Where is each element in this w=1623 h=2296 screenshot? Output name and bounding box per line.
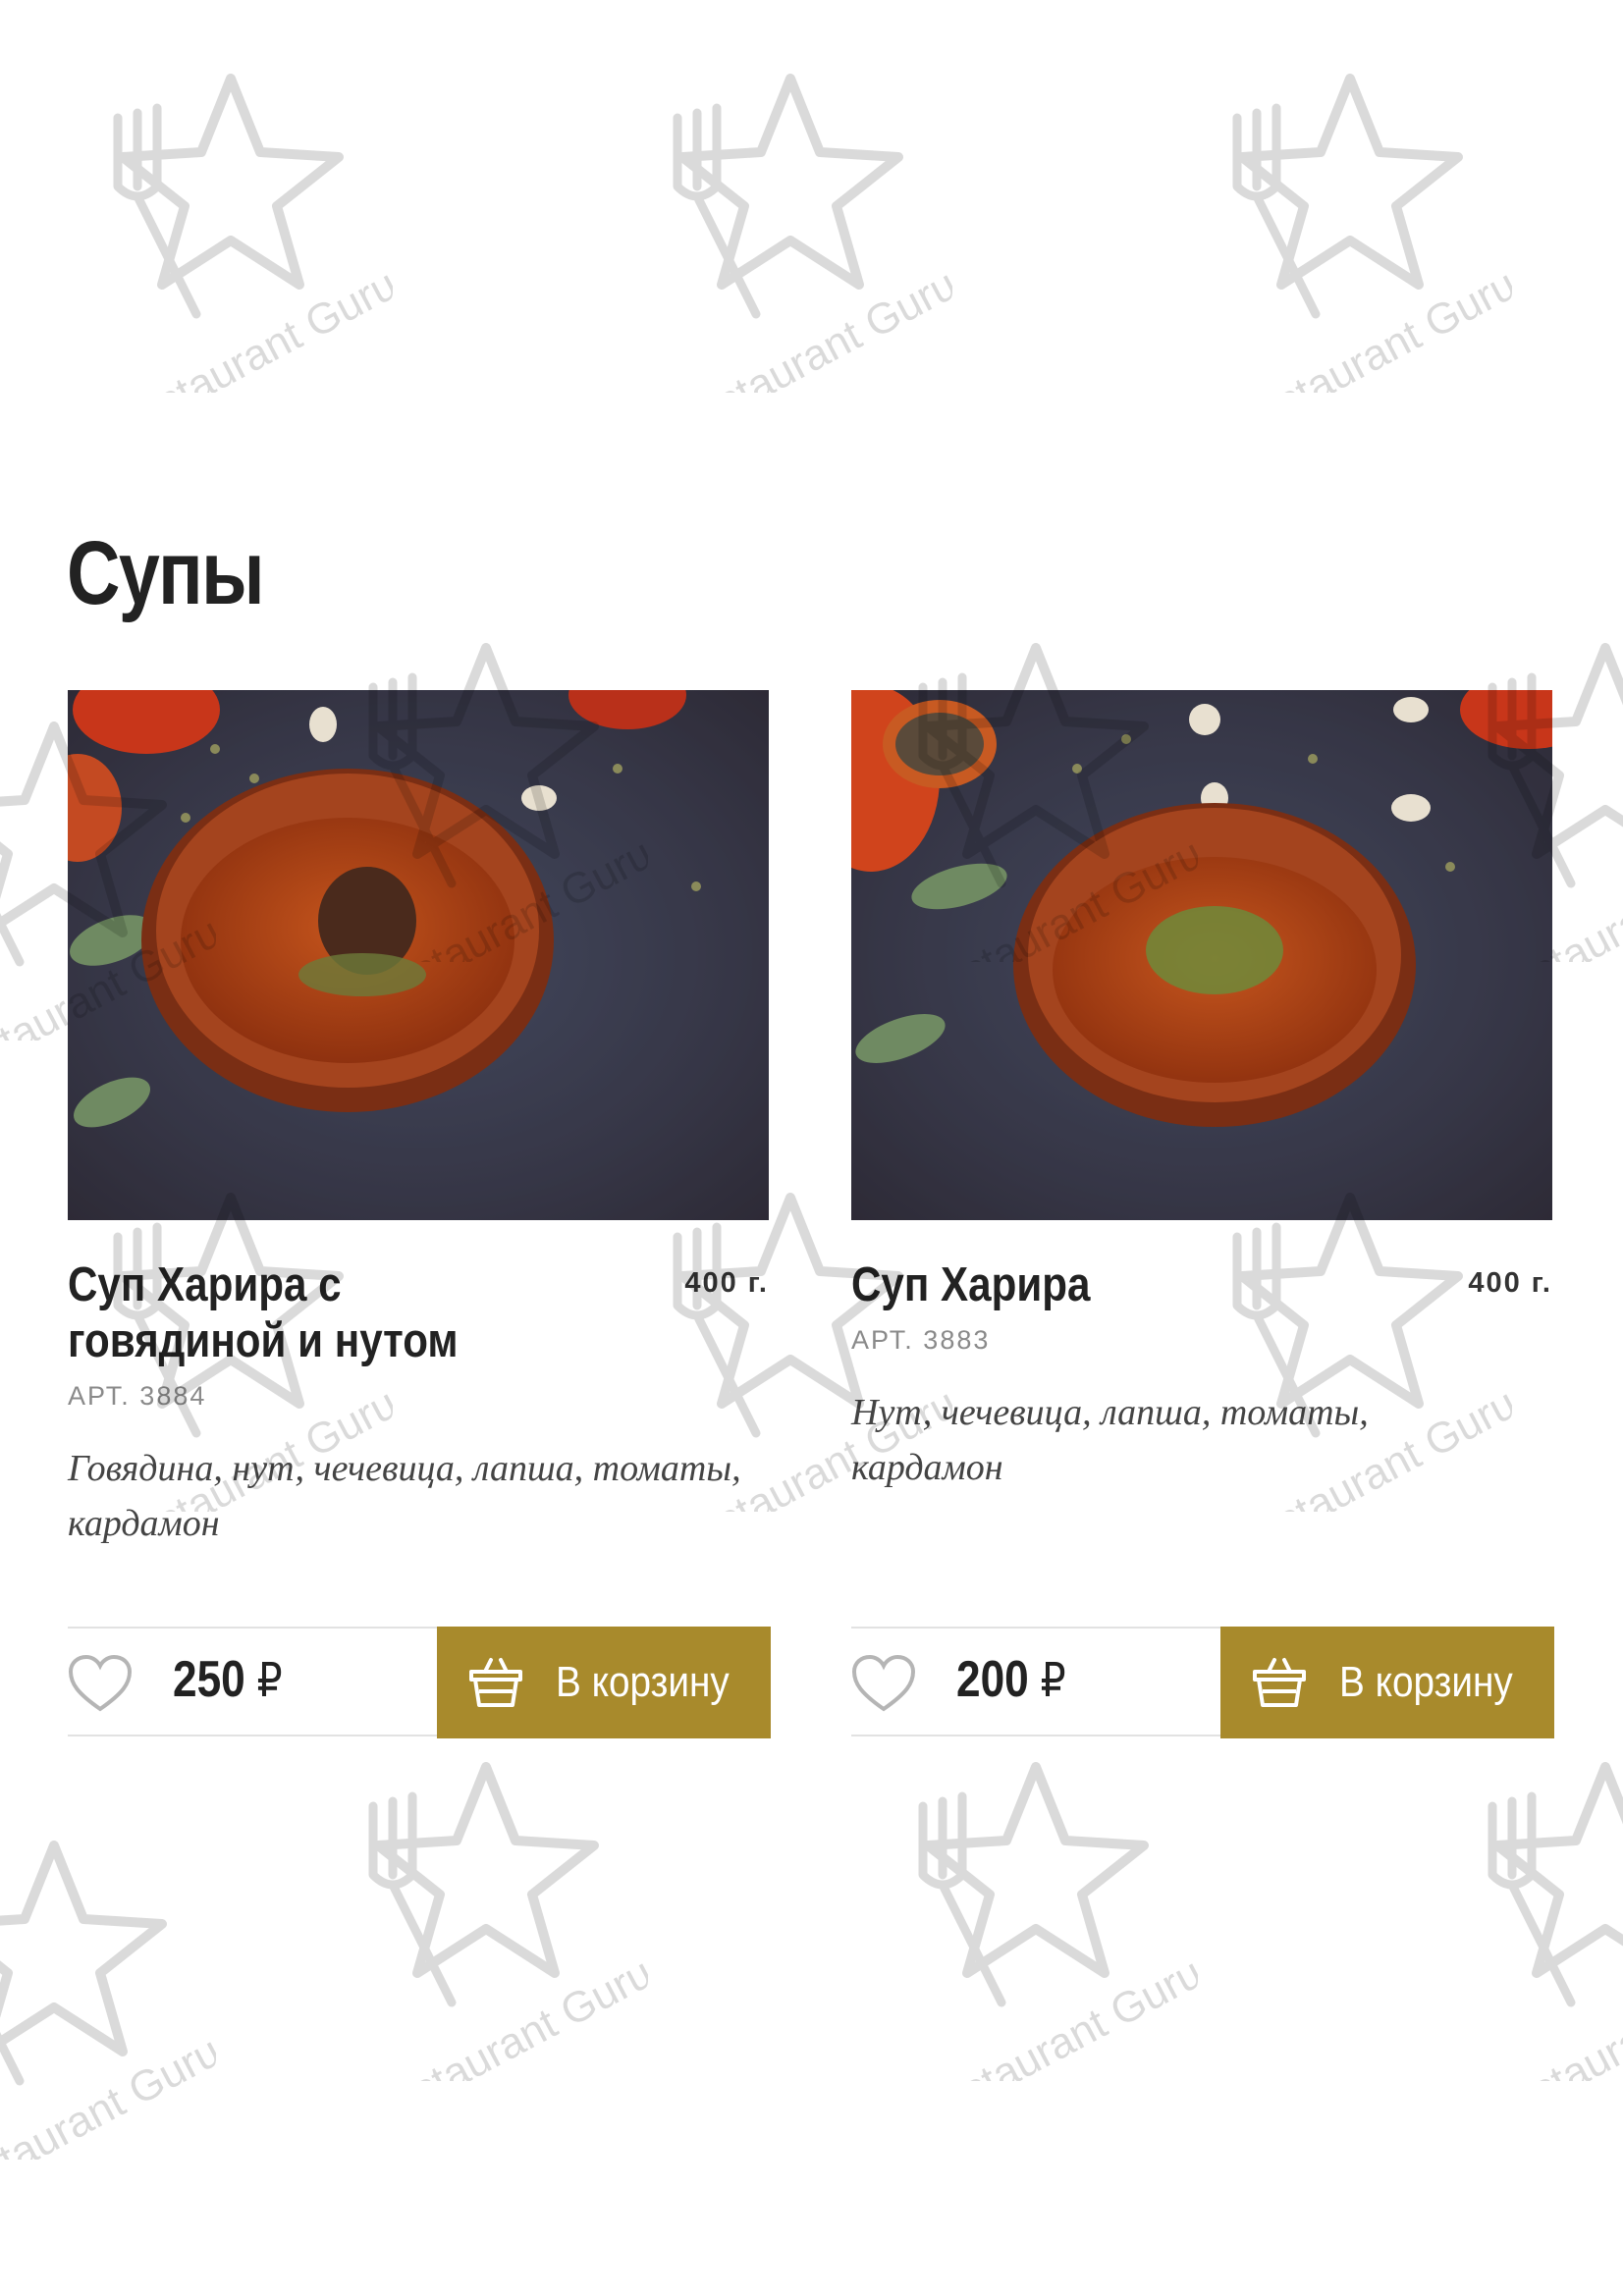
basket-icon xyxy=(1252,1658,1306,1707)
product-photo[interactable] xyxy=(68,690,769,1220)
currency-symbol: ₽ xyxy=(1040,1655,1066,1707)
svg-text:Restaurant Guru: Restaurant Guru xyxy=(0,2027,216,2160)
buy-bar: 250 ₽ В корзину xyxy=(68,1627,771,1738)
svg-text:Restaurant Guru: Restaurant Guru xyxy=(660,260,952,393)
restaurant-guru-watermark-icon: Restaurant Guru xyxy=(1434,1747,1623,2141)
product-card: Суп Харира с говядиной и нутом 400 г. АР… xyxy=(68,690,771,1738)
product-weight: 400 г. xyxy=(1468,1267,1552,1299)
restaurant-guru-watermark-icon: Restaurant Guru xyxy=(59,59,405,453)
restaurant-guru-watermark-icon: Restaurant Guru xyxy=(0,1826,228,2219)
product-photo[interactable] xyxy=(851,690,1552,1220)
product-description: Нут, чечевица, лапша, томаты, кардамон xyxy=(851,1392,1369,1488)
product-name[interactable]: Суп Харира xyxy=(851,1257,1325,1313)
svg-text:Restaurant Guru: Restaurant Guru xyxy=(1475,1949,1623,2081)
restaurant-guru-watermark-icon: Restaurant Guru xyxy=(314,1747,660,2141)
heart-outline-icon[interactable] xyxy=(851,1654,916,1713)
price-value: 250 xyxy=(173,1651,245,1708)
product-article: АРТ. 3883 xyxy=(851,1325,991,1355)
restaurant-guru-watermark-icon: Restaurant Guru xyxy=(1178,59,1524,453)
svg-text:Restaurant Guru: Restaurant Guru xyxy=(1219,260,1512,393)
add-to-cart-label: В корзину xyxy=(1338,1658,1513,1706)
add-to-cart-label: В корзину xyxy=(555,1658,730,1706)
heart-outline-icon[interactable] xyxy=(68,1654,133,1713)
basket-icon xyxy=(468,1658,522,1707)
svg-text:Restaurant Guru: Restaurant Guru xyxy=(355,1949,648,2081)
product-price: 250 ₽ xyxy=(173,1650,283,1709)
buy-bar: 200 ₽ В корзину xyxy=(851,1627,1554,1738)
product-price: 200 ₽ xyxy=(956,1650,1066,1709)
product-description: Говядина, нут, чечевица, лапша, томаты, … xyxy=(68,1448,741,1544)
restaurant-guru-watermark-icon: Restaurant Guru xyxy=(864,1747,1210,2141)
product-weight: 400 г. xyxy=(684,1267,769,1299)
add-to-cart-button[interactable]: В корзину xyxy=(437,1627,771,1738)
add-to-cart-button[interactable]: В корзину xyxy=(1220,1627,1554,1738)
restaurant-guru-watermark-icon: Restaurant Guru xyxy=(619,59,964,453)
section-title: Супы xyxy=(67,523,265,623)
product-card: Суп Харира 400 г. АРТ. 3883 Нут, чечевиц… xyxy=(851,690,1554,1738)
product-article: АРТ. 3884 xyxy=(68,1381,207,1411)
svg-text:Restaurant Guru: Restaurant Guru xyxy=(905,1949,1198,2081)
price-value: 200 xyxy=(956,1651,1029,1708)
product-name[interactable]: Суп Харира с говядиной и нутом xyxy=(68,1257,541,1369)
svg-text:Restaurant Guru: Restaurant Guru xyxy=(100,260,393,393)
currency-symbol: ₽ xyxy=(256,1655,283,1707)
